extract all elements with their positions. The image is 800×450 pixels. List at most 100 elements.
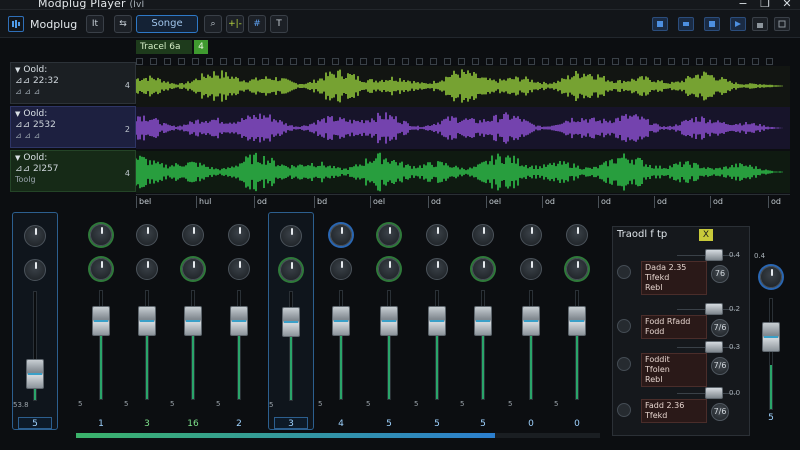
timeline-marker[interactable]: od — [598, 196, 611, 208]
strip-channel-label[interactable]: 2 — [222, 418, 256, 430]
collapse-triangle-icon[interactable]: ▼ — [15, 154, 20, 162]
strip-channel-label[interactable]: 5 — [372, 418, 406, 430]
fader-handle[interactable] — [138, 305, 156, 336]
timeline-marker[interactable]: bd — [314, 196, 327, 208]
strip-channel-label[interactable]: 5 — [466, 418, 500, 430]
fader-handle[interactable] — [282, 306, 300, 337]
transport-stop-icon[interactable] — [704, 17, 720, 31]
swap-icon[interactable]: ⇆ — [114, 15, 132, 33]
timeline-marker[interactable]: od — [768, 196, 781, 208]
strip-channel-label[interactable]: 4 — [324, 418, 358, 430]
gain-knob[interactable] — [330, 258, 352, 280]
fader-handle[interactable] — [380, 305, 398, 336]
gain-knob[interactable] — [472, 258, 494, 280]
master-fader-handle[interactable] — [762, 322, 780, 352]
text-icon[interactable]: T — [270, 15, 288, 33]
timeline-marker[interactable]: od — [654, 196, 667, 208]
effect-knob[interactable]: 7/6 — [711, 403, 729, 421]
timeline-marker[interactable]: od — [542, 196, 555, 208]
gain-knob[interactable] — [90, 258, 112, 280]
fader-handle[interactable] — [522, 305, 540, 336]
transport-rewind-icon[interactable] — [678, 17, 694, 31]
pan-knob[interactable] — [136, 224, 158, 246]
export-icon[interactable] — [774, 17, 790, 31]
strip-channel-label[interactable]: 3 — [274, 417, 308, 429]
restore-button[interactable]: ❐ — [758, 0, 772, 10]
gain-knob[interactable] — [136, 258, 158, 280]
search-input[interactable]: Songe — [136, 15, 198, 33]
lock-icon[interactable] — [752, 17, 768, 31]
close-button[interactable]: ✕ — [780, 0, 794, 10]
split-icon[interactable]: +|- — [226, 15, 244, 33]
effect-slider-handle[interactable] — [705, 387, 723, 399]
fader-handle[interactable] — [184, 305, 202, 336]
track-tab-label[interactable]: Tracel 6a — [136, 40, 192, 54]
gain-knob[interactable] — [24, 259, 46, 281]
pan-knob[interactable] — [280, 225, 302, 247]
gain-knob[interactable] — [182, 258, 204, 280]
pan-knob[interactable] — [566, 224, 588, 246]
track-header[interactable]: ▼ Oold: ⊿⊿ 2532 ⊿ ⊿ ⊿ 2 — [10, 106, 136, 148]
waveform-canvas[interactable] — [136, 66, 790, 194]
effect-knob[interactable]: 7/6 — [711, 319, 729, 337]
minimize-button[interactable]: − — [736, 0, 750, 10]
strip-channel-label[interactable]: 5 — [18, 417, 52, 429]
pan-knob[interactable] — [378, 224, 400, 246]
effect-slider-handle[interactable] — [705, 303, 723, 315]
pan-knob[interactable] — [228, 224, 250, 246]
strip-channel-label[interactable]: 0 — [514, 418, 548, 430]
gain-knob[interactable] — [566, 258, 588, 280]
pan-knob[interactable] — [24, 225, 46, 247]
fader-handle[interactable] — [428, 305, 446, 336]
effect-knob[interactable]: 7/6 — [711, 357, 729, 375]
effect-toggle[interactable] — [617, 403, 631, 417]
fader-handle[interactable] — [332, 305, 350, 336]
fader-handle[interactable] — [26, 358, 44, 389]
effect-toggle[interactable] — [617, 265, 631, 279]
fader-handle[interactable] — [568, 305, 586, 336]
pan-knob[interactable] — [520, 224, 542, 246]
fader-handle[interactable] — [474, 305, 492, 336]
track-header[interactable]: ▼ Oold: ⊿⊿ 22:32 ⊿ ⊿ ⊿ 4 — [10, 62, 136, 104]
timeline-marker[interactable]: od — [254, 196, 267, 208]
pan-knob[interactable] — [182, 224, 204, 246]
search-icon[interactable]: ⌕ — [204, 15, 222, 33]
waveform-area[interactable] — [136, 66, 790, 194]
pan-knob[interactable] — [330, 224, 352, 246]
gain-knob[interactable] — [280, 259, 302, 281]
it-button[interactable]: It — [86, 15, 104, 33]
effect-details[interactable]: Foddit Tfolen Rebl — [641, 353, 707, 387]
master-fader-track[interactable] — [769, 298, 773, 410]
effect-toggle[interactable] — [617, 319, 631, 333]
gain-knob[interactable] — [378, 258, 400, 280]
pan-knob[interactable] — [426, 224, 448, 246]
effect-slider-handle[interactable] — [705, 249, 723, 261]
strip-channel-label[interactable]: 1 — [84, 418, 118, 430]
effect-details[interactable]: Dada 2.35 Tifekd Rebl — [641, 261, 707, 295]
strip-channel-label[interactable]: 0 — [560, 418, 594, 430]
timeline-marker[interactable]: bel — [136, 196, 151, 208]
fader-handle[interactable] — [230, 305, 248, 336]
timeline-marker[interactable]: od — [428, 196, 441, 208]
effect-slider-handle[interactable] — [705, 341, 723, 353]
gain-knob[interactable] — [228, 258, 250, 280]
gain-knob[interactable] — [520, 258, 542, 280]
effects-panel-close-button[interactable]: X — [699, 229, 713, 241]
timeline-marker[interactable]: oel — [486, 196, 501, 208]
grid-icon[interactable]: # — [248, 15, 266, 33]
timeline-ruler[interactable] — [136, 56, 786, 66]
strip-channel-label[interactable]: 5 — [420, 418, 454, 430]
effect-toggle[interactable] — [617, 357, 631, 371]
collapse-triangle-icon[interactable]: ▼ — [15, 66, 20, 74]
gain-knob[interactable] — [426, 258, 448, 280]
pan-knob[interactable] — [472, 224, 494, 246]
pan-knob[interactable] — [90, 224, 112, 246]
strip-channel-label[interactable]: 16 — [176, 418, 210, 430]
effect-details[interactable]: Fadd 2.36 Tfekd — [641, 399, 707, 423]
effect-details[interactable]: Fodd Rfadd Fodd — [641, 315, 707, 339]
transport-record-icon[interactable] — [652, 17, 668, 31]
collapse-triangle-icon[interactable]: ▼ — [15, 110, 20, 118]
timeline-marker[interactable]: oel — [370, 196, 385, 208]
transport-play-icon[interactable] — [730, 17, 746, 31]
timeline-marker[interactable]: od — [710, 196, 723, 208]
